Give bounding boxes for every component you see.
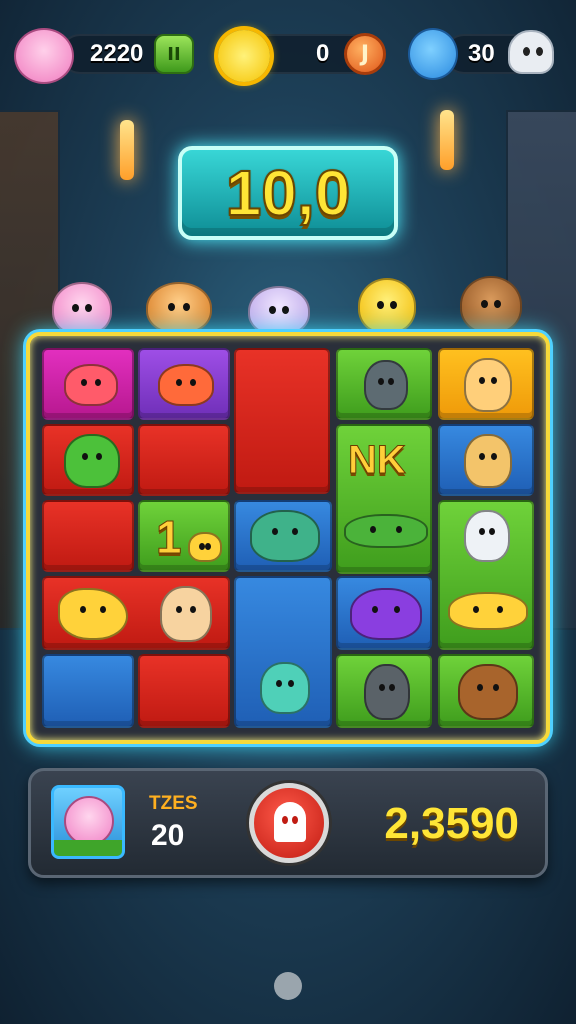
board-tile-blue[interactable] (438, 424, 534, 496)
blue-bird-icon (408, 28, 458, 80)
player-count: 20 (151, 819, 185, 852)
pause-gem-icon[interactable]: II (154, 34, 194, 74)
teal-hippo-icon (260, 662, 310, 714)
crocodile-icon (344, 514, 428, 548)
berry-cart-icon (64, 364, 118, 406)
coin-symbol: J (360, 41, 370, 67)
player-panel: TZES 20 2,3590 (28, 768, 548, 878)
total-score: 2,3590 (384, 799, 519, 848)
hamster-icon (464, 358, 512, 412)
tile-letters: NK (348, 438, 407, 483)
green-dino-icon (64, 434, 120, 488)
brown-bear-character (460, 276, 522, 334)
ghost-currency-value: 30 (468, 40, 495, 67)
board-tile-blue[interactable] (234, 500, 332, 572)
pink-cat-character (52, 282, 112, 336)
coin-value: 0 (316, 40, 330, 67)
brown-bear-icon (458, 664, 518, 720)
street-lamp (120, 120, 134, 180)
purple-cat-icon (350, 588, 422, 640)
grass-icon (54, 840, 122, 856)
hamster-icon (464, 434, 512, 488)
coin-icon[interactable]: J (344, 33, 386, 75)
board-tile-purple[interactable] (138, 348, 230, 420)
board-tile-red[interactable] (42, 424, 134, 496)
berry-cart-icon (158, 364, 214, 406)
white-bear-icon (464, 510, 510, 562)
board-tile-red[interactable] (138, 654, 230, 728)
board-tile-red[interactable] (138, 424, 230, 496)
board-tile-green[interactable] (336, 654, 432, 728)
hamster-icon (160, 586, 212, 642)
tiger-character (146, 282, 212, 334)
sea-dragon-icon (250, 510, 320, 562)
board-tile-pink[interactable] (42, 348, 134, 420)
gray-bear-icon (364, 360, 408, 410)
ghost-action-button[interactable] (249, 783, 329, 863)
board-tile-green[interactable]: 1 (138, 500, 230, 572)
board-tile-green-large[interactable]: NK (336, 424, 432, 574)
player-avatar[interactable] (51, 785, 125, 859)
street-lamp (440, 110, 454, 170)
yellow-bear-character (358, 278, 416, 334)
board-tile-red-tall[interactable] (234, 348, 330, 494)
ghost-icon (274, 802, 306, 842)
home-indicator[interactable] (274, 972, 302, 1000)
score-banner-value: 10,0 (225, 156, 352, 230)
board-tile-yellow[interactable] (438, 348, 534, 420)
board-tile-blue[interactable] (336, 576, 432, 650)
board-tile-blue-tall[interactable] (234, 576, 332, 728)
game-board: NK 1 (26, 332, 550, 744)
tile-number: 1 (156, 511, 183, 564)
gray-bear-icon (364, 664, 410, 720)
board-tile-green[interactable] (336, 348, 432, 420)
board-tile-red-wide[interactable] (42, 576, 230, 650)
pink-cat-icon (64, 796, 114, 846)
pause-symbol: II (167, 43, 181, 65)
player-label: TZES (149, 793, 198, 814)
score-banner: 10,0 (178, 146, 398, 240)
pet-currency-value: 2220 (90, 40, 144, 67)
board-tile-green[interactable] (438, 654, 534, 728)
pink-cat-icon (14, 28, 74, 84)
white-cat-character (248, 286, 310, 336)
ghost-icon (508, 30, 554, 74)
board-tile-blue[interactable] (42, 654, 134, 728)
banana-icon (58, 588, 128, 640)
sun-icon (218, 30, 270, 82)
chick-icon (188, 532, 222, 562)
board-tile-red[interactable] (42, 500, 134, 572)
yellow-lizard-icon (448, 592, 528, 630)
board-tile-green-tall[interactable] (438, 500, 534, 650)
